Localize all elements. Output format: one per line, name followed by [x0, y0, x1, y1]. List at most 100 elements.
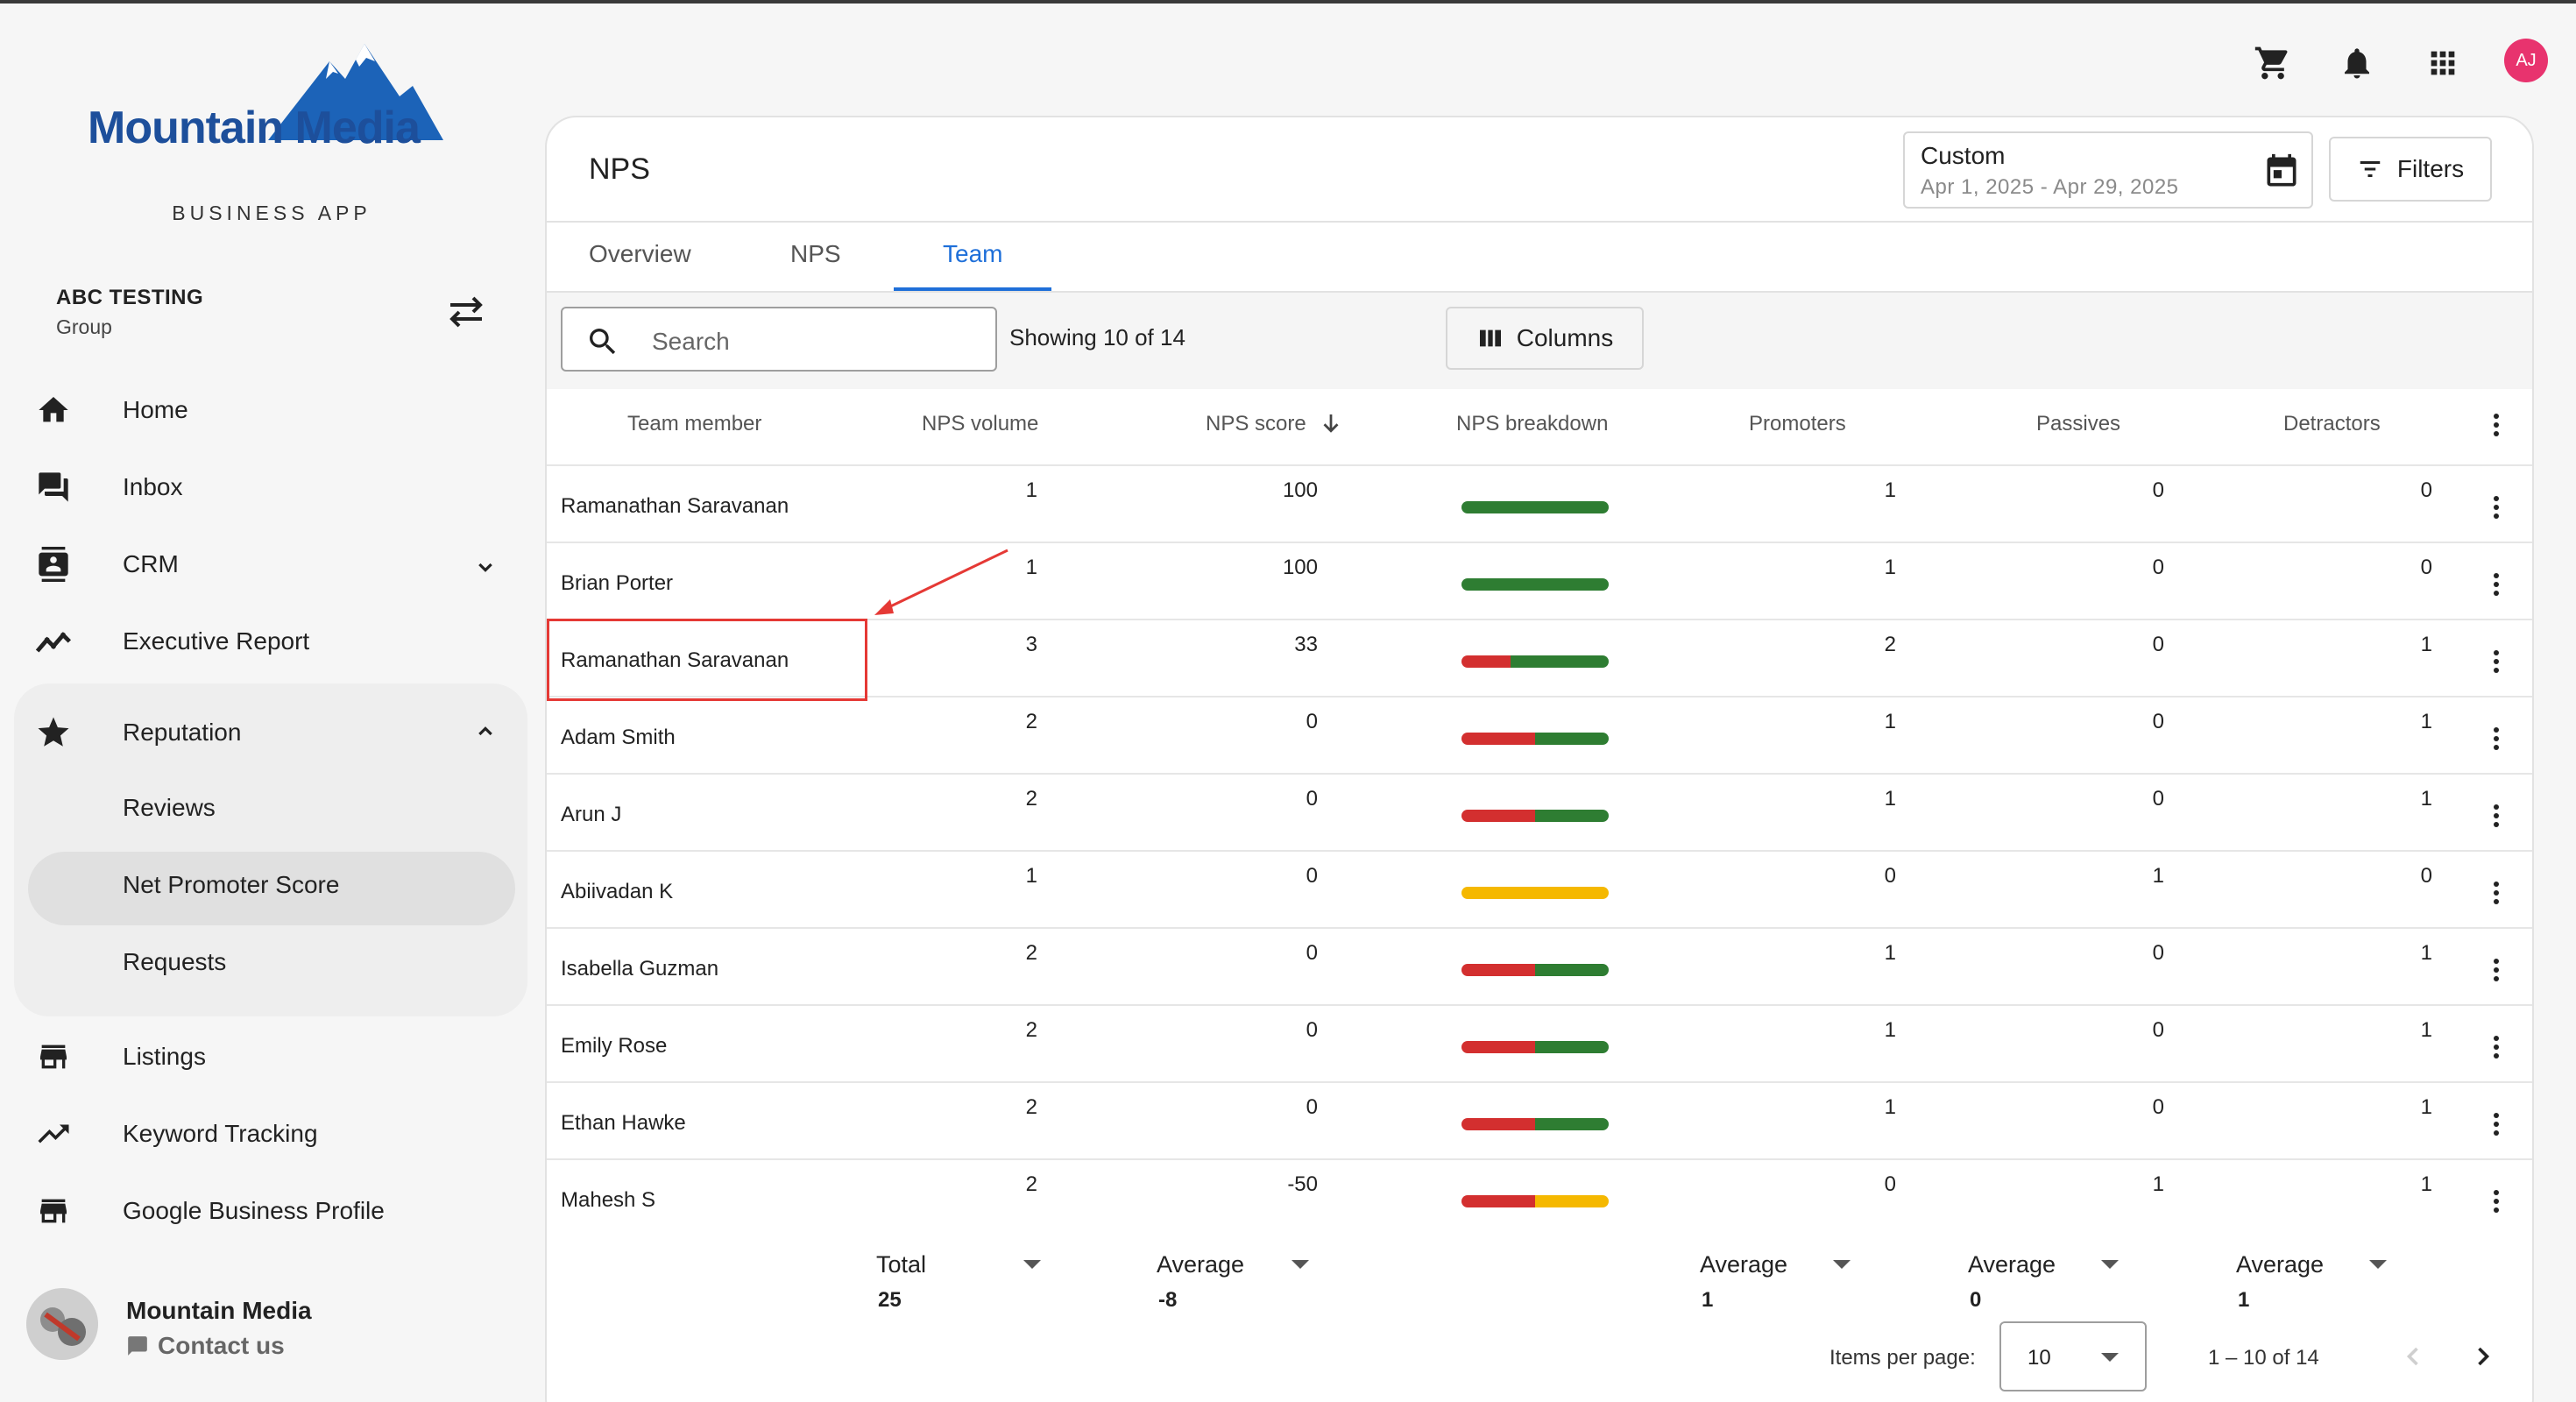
- reputation-group: [14, 683, 527, 1016]
- contact-us-link[interactable]: Contact us: [126, 1332, 285, 1360]
- sidebar-item-executive-report[interactable]: Executive Report: [32, 606, 309, 676]
- row-more-vert-icon[interactable]: [2492, 1190, 2501, 1213]
- filters-button[interactable]: Filters: [2329, 137, 2492, 202]
- column-header-nps-breakdown[interactable]: NPS breakdown: [1456, 412, 1608, 436]
- caret-down-icon[interactable]: [1292, 1260, 1309, 1269]
- items-per-page-select[interactable]: 10: [1999, 1321, 2147, 1391]
- search-input[interactable]: Search: [561, 307, 997, 372]
- detractors-value: 1: [2420, 1018, 2432, 1042]
- more-vert-icon[interactable]: [2492, 414, 2501, 436]
- row-more-vert-icon[interactable]: [2492, 727, 2501, 750]
- nps-breakdown-bar: [1461, 1041, 1609, 1053]
- passives-value: 0: [2152, 1018, 2164, 1042]
- nps-breakdown-bar: [1461, 810, 1609, 822]
- promoter-segment: [1535, 964, 1609, 976]
- swap-icon[interactable]: [445, 294, 487, 329]
- team-member-name: Brian Porter: [561, 571, 674, 595]
- sort-descending-icon[interactable]: [1318, 410, 1344, 436]
- sidebar-item-reputation[interactable]: Reputation: [32, 697, 241, 768]
- tab-nps[interactable]: NPS: [790, 240, 841, 268]
- passives-value: 0: [2152, 710, 2164, 733]
- passives-value: 1: [2152, 864, 2164, 888]
- team-member-name: Ramanathan Saravanan: [561, 494, 789, 518]
- row-more-vert-icon[interactable]: [2492, 882, 2501, 904]
- sidebar-item-listings[interactable]: Listings: [32, 1022, 206, 1092]
- bell-icon[interactable]: [2332, 39, 2381, 88]
- nps-score-value: 0: [1306, 1018, 1318, 1042]
- column-header-passives[interactable]: Passives: [2036, 412, 2120, 436]
- sidebar-subitem-net-promoter-score[interactable]: Net Promoter Score: [123, 871, 339, 899]
- column-header-detractors[interactable]: Detractors: [2283, 412, 2381, 436]
- brand-logo[interactable]: Mountain Media: [84, 44, 461, 166]
- row-divider: [547, 773, 2532, 775]
- promoters-value: 0: [1884, 1172, 1896, 1196]
- summary-promoters-label[interactable]: Average: [1700, 1251, 1787, 1278]
- promoter-segment: [1535, 1118, 1609, 1130]
- sidebar-subitem-requests[interactable]: Requests: [123, 948, 226, 976]
- calendar-icon[interactable]: [2262, 152, 2301, 191]
- tab-team[interactable]: Team: [943, 240, 1002, 268]
- detractors-value: 1: [2420, 787, 2432, 811]
- user-avatar[interactable]: AJ: [2504, 39, 2548, 82]
- nps-breakdown-bar: [1461, 501, 1609, 513]
- tab-overview[interactable]: Overview: [589, 240, 691, 268]
- sidebar-item-label: Google Business Profile: [123, 1197, 385, 1224]
- cart-icon[interactable]: [2248, 39, 2297, 88]
- column-header-nps-volume[interactable]: NPS volume: [922, 412, 1038, 436]
- nps-breakdown-bar: [1461, 655, 1609, 668]
- store-icon: [32, 1035, 75, 1079]
- team-member-name: Mahesh S: [561, 1188, 656, 1212]
- pagination-range: 1 – 10 of 14: [2208, 1346, 2319, 1370]
- date-range-picker[interactable]: Custom Apr 1, 2025 - Apr 29, 2025: [1903, 131, 2313, 209]
- caret-down-icon[interactable]: [2101, 1260, 2119, 1269]
- row-more-vert-icon[interactable]: [2492, 959, 2501, 981]
- row-divider: [547, 542, 2532, 543]
- row-more-vert-icon[interactable]: [2492, 573, 2501, 596]
- chevron-up-icon[interactable]: [471, 717, 499, 745]
- caret-down-icon[interactable]: [2369, 1260, 2387, 1269]
- detractor-segment: [1461, 964, 1535, 976]
- columns-button[interactable]: Columns: [1446, 307, 1644, 370]
- sidebar-item-keyword-tracking[interactable]: Keyword Tracking: [32, 1099, 318, 1169]
- chevron-down-icon[interactable]: [471, 554, 499, 582]
- caret-down-icon[interactable]: [1023, 1260, 1041, 1269]
- summary-score-label[interactable]: Average: [1157, 1251, 1244, 1278]
- row-more-vert-icon[interactable]: [2492, 496, 2501, 519]
- nps-volume-value: 2: [1025, 1172, 1037, 1196]
- account-switcher[interactable]: ABC TESTING Group: [56, 286, 203, 339]
- sidebar-item-label: CRM: [123, 550, 179, 577]
- nps-volume-value: 2: [1025, 941, 1037, 965]
- nps-volume-value: 1: [1025, 864, 1037, 888]
- column-header-promoters[interactable]: Promoters: [1749, 412, 1846, 436]
- brand-name: Mountain Media: [88, 103, 421, 153]
- summary-detractors-label[interactable]: Average: [2236, 1251, 2324, 1278]
- column-header-team-member[interactable]: Team member: [627, 412, 761, 436]
- summary-passives-label[interactable]: Average: [1968, 1251, 2056, 1278]
- passives-value: 0: [2152, 1095, 2164, 1119]
- sidebar-item-home[interactable]: Home: [32, 375, 188, 445]
- sidebar-item-label: Executive Report: [123, 627, 310, 655]
- column-header-nps-score[interactable]: NPS score: [1206, 412, 1306, 436]
- detractor-segment: [1461, 1041, 1535, 1053]
- row-more-vert-icon[interactable]: [2492, 650, 2501, 673]
- row-more-vert-icon[interactable]: [2492, 1036, 2501, 1059]
- summary-promoters-value: 1: [1702, 1288, 1714, 1312]
- sidebar-item-crm[interactable]: CRM: [32, 529, 179, 599]
- sidebar: Mountain Media BUSINESS APP ABC TESTING …: [0, 4, 543, 1402]
- sidebar-subitem-reviews[interactable]: Reviews: [123, 794, 216, 822]
- sidebar-item-google-business-profile[interactable]: Google Business Profile: [32, 1176, 385, 1246]
- sidebar-item-inbox[interactable]: Inbox: [32, 452, 183, 522]
- row-more-vert-icon[interactable]: [2492, 1113, 2501, 1136]
- nps-score-value: 0: [1306, 710, 1318, 733]
- apps-grid-icon[interactable]: [2418, 39, 2467, 88]
- chevron-right-icon[interactable]: [2467, 1341, 2499, 1372]
- nps-breakdown-bar: [1461, 964, 1609, 976]
- promoters-value: 1: [1884, 941, 1896, 965]
- promoters-value: 1: [1884, 1018, 1896, 1042]
- caret-down-icon[interactable]: [1833, 1260, 1851, 1269]
- chevron-left-icon[interactable]: [2397, 1341, 2429, 1372]
- passives-value: 0: [2152, 633, 2164, 656]
- team-member-name: Isabella Guzman: [561, 957, 719, 981]
- row-more-vert-icon[interactable]: [2492, 804, 2501, 827]
- summary-volume-label[interactable]: Total: [876, 1251, 926, 1278]
